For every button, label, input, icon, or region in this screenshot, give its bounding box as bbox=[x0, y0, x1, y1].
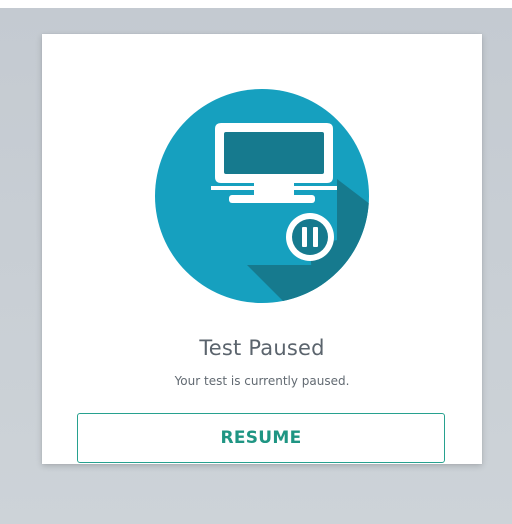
status-message: Your test is currently paused. bbox=[174, 374, 350, 388]
resume-button[interactable]: RESUME bbox=[77, 413, 445, 463]
page-title: Test Paused bbox=[199, 336, 325, 360]
top-strip bbox=[0, 0, 512, 8]
pause-icon bbox=[286, 213, 334, 261]
monitor-paused-icon bbox=[155, 89, 369, 303]
test-paused-card: Test Paused Your test is currently pause… bbox=[42, 34, 482, 464]
